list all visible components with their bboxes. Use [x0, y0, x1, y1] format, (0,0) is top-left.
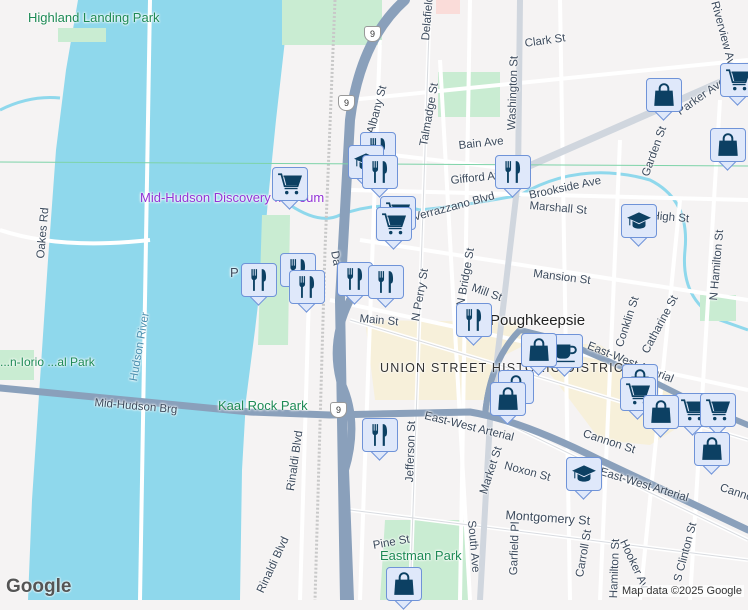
shopping-bag-marker[interactable] — [694, 432, 730, 475]
shopping-bag-icon — [495, 386, 521, 412]
restaurant-marker[interactable] — [495, 155, 531, 198]
school-marker[interactable] — [621, 204, 657, 247]
restaurant-marker[interactable] — [456, 303, 492, 346]
street-label: Jefferson St — [404, 420, 419, 483]
map-attribution[interactable]: Map data ©2025 Google — [619, 585, 744, 597]
shopping-bag-marker[interactable] — [490, 382, 526, 425]
us-route-shield: 9 — [330, 402, 347, 418]
shopping-bag-icon — [699, 436, 725, 462]
restaurant-marker[interactable] — [362, 418, 398, 461]
school-marker[interactable] — [566, 457, 602, 500]
shopping-cart-marker[interactable] — [720, 63, 748, 106]
shopping-bag-icon — [526, 337, 552, 363]
restaurant-marker[interactable] — [362, 155, 398, 198]
graduation-cap-icon — [626, 208, 652, 234]
shopping-bag-marker[interactable] — [386, 567, 422, 610]
shopping-bag-icon — [651, 82, 677, 108]
street-label: Garfield Pl — [508, 521, 522, 576]
utensils-icon — [294, 274, 320, 300]
park-label-highland-landing[interactable]: Highland Landing Park — [28, 10, 160, 25]
us-route-shield: 9 — [338, 95, 355, 111]
shopping-cart-marker[interactable] — [700, 393, 736, 436]
city-label[interactable]: Poughkeepsie — [490, 312, 585, 329]
shopping-bag-marker[interactable] — [646, 78, 682, 121]
utensils-icon — [461, 307, 487, 333]
park-label-bonn-iorio[interactable]: ...n-Iorio ...al Park — [0, 355, 95, 370]
park-label-eastman[interactable]: Eastman Park — [380, 548, 462, 563]
utensils-icon — [367, 159, 393, 185]
shopping-cart-marker[interactable] — [272, 167, 308, 210]
shopping-bag-marker[interactable] — [643, 395, 679, 438]
shopping-bag-icon — [715, 132, 741, 158]
shopping-cart-marker[interactable] — [376, 207, 412, 250]
shopping-bag-marker[interactable] — [521, 333, 557, 376]
restaurant-marker[interactable] — [241, 263, 277, 306]
shopping-cart-icon — [381, 211, 407, 237]
utensils-icon — [342, 266, 368, 292]
poi-label-discovery-museum[interactable]: Mid-Hudson Discovery Museum — [140, 190, 324, 205]
us-route-shield: 9 — [364, 26, 381, 42]
shopping-cart-icon — [705, 397, 731, 423]
utensils-icon — [373, 269, 399, 295]
park-label-kaal-rock[interactable]: Kaal Rock Park — [218, 398, 308, 413]
utensils-icon — [367, 422, 393, 448]
shopping-bag-icon — [391, 571, 417, 597]
shopping-bag-icon — [648, 399, 674, 425]
poi-label-p: P — [230, 265, 239, 280]
utensils-icon — [500, 159, 526, 185]
district-label: UNION STREET HISTORIC DISTRICT — [380, 361, 633, 375]
restaurant-marker[interactable] — [289, 270, 325, 313]
shopping-bag-marker[interactable] — [710, 128, 746, 171]
graduation-cap-icon — [571, 461, 597, 487]
restaurant-marker[interactable] — [368, 265, 404, 308]
utensils-icon — [246, 267, 272, 293]
shopping-cart-icon — [725, 67, 748, 93]
shopping-cart-icon — [277, 171, 303, 197]
google-logo[interactable]: Google — [6, 576, 71, 598]
